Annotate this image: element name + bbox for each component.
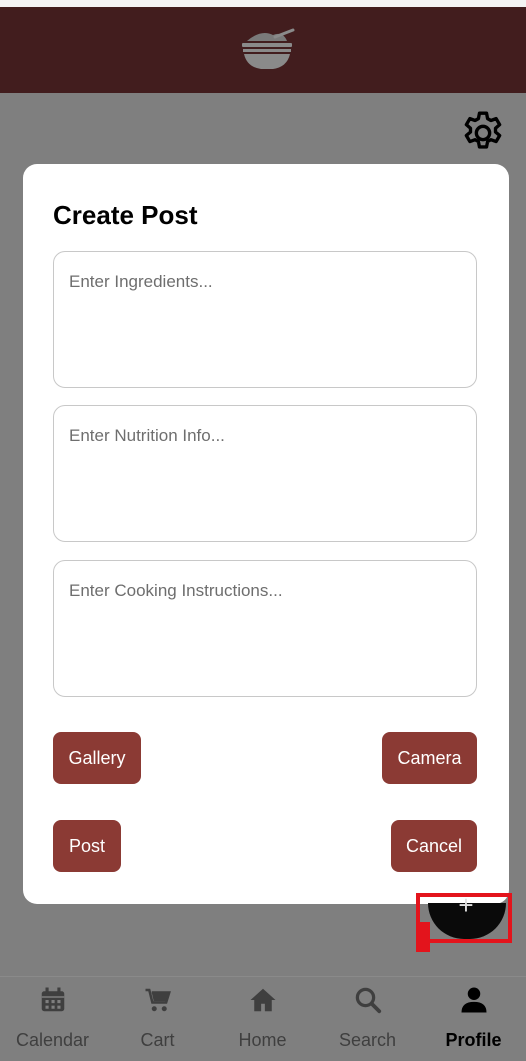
search-icon: [355, 987, 382, 1014]
dialog-title: Create Post: [53, 200, 198, 230]
nav-label-profile: Profile: [445, 1030, 502, 1050]
nav-label-cart: Cart: [140, 1030, 175, 1050]
ingredients-input[interactable]: [53, 251, 477, 388]
home-icon: [250, 988, 276, 1012]
create-post-dialog: Create Post Gallery Camera Post Cancel: [23, 164, 509, 904]
camera-button[interactable]: Camera: [382, 732, 477, 784]
nav-item-profile[interactable]: Profile: [421, 977, 526, 1061]
cart-icon: [145, 988, 171, 1012]
nav-item-home[interactable]: Home: [210, 977, 315, 1061]
nav-item-cart[interactable]: Cart: [105, 977, 210, 1061]
nav-label-search: Search: [338, 1030, 397, 1050]
bowl-logo-icon: [242, 28, 295, 69]
nutrition-info-input[interactable]: [53, 405, 477, 542]
cancel-button[interactable]: Cancel: [391, 820, 477, 872]
plus-icon[interactable]: +: [454, 892, 478, 918]
fab-highlight-tab: [416, 922, 430, 952]
calendar-icon: [41, 987, 65, 1012]
post-button[interactable]: Post: [53, 820, 121, 872]
gear-icon[interactable]: [458, 108, 508, 158]
nav-item-calendar[interactable]: Calendar: [0, 977, 105, 1061]
nav-label-home: Home: [238, 1030, 287, 1050]
nav-item-search[interactable]: Search: [315, 977, 420, 1061]
app-header: [0, 7, 526, 93]
profile-icon: [461, 987, 487, 1013]
status-bar: [0, 0, 526, 7]
cooking-instructions-input[interactable]: [53, 560, 477, 697]
bottom-nav: Calendar Cart Home Search Profile: [0, 976, 526, 1061]
nav-label-calendar: Calendar: [15, 1030, 90, 1050]
gallery-button[interactable]: Gallery: [53, 732, 141, 784]
